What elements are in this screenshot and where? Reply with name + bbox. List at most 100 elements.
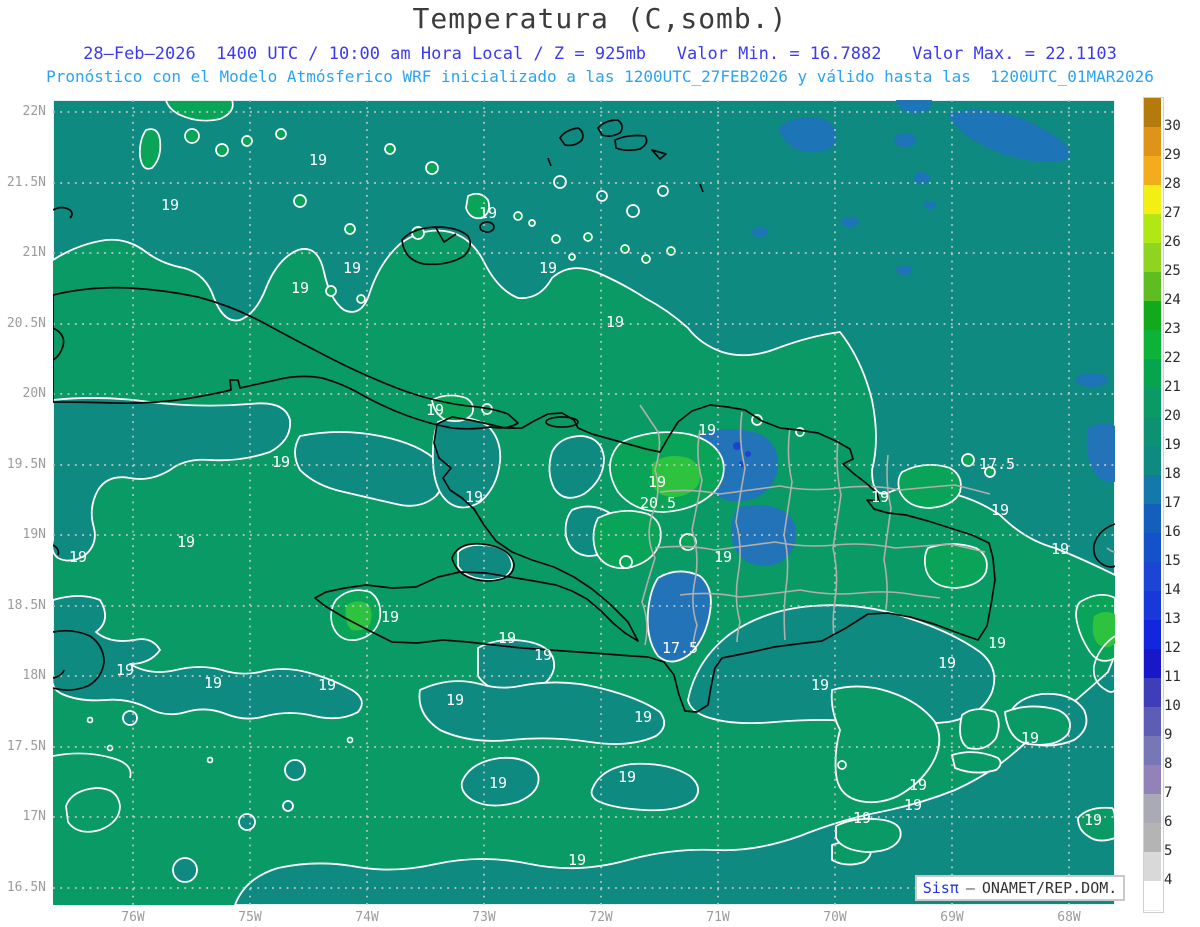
contour-value-label: 19 (498, 629, 516, 647)
contour-value-label: 19 (871, 488, 889, 506)
colorbar-cell (1144, 185, 1161, 215)
colorbar-cell (1144, 330, 1161, 360)
colorbar-value-label: 25 (1164, 263, 1181, 279)
contour-value-label: 17.5 (662, 639, 698, 657)
colorbar-value-label: 28 (1164, 176, 1181, 192)
colorbar-value-label: 29 (1164, 147, 1181, 163)
contour-value-label: 19 (539, 259, 557, 277)
contour-value-label: 19 (318, 676, 336, 694)
colorbar-value-label: 23 (1164, 321, 1181, 337)
weather-map-page: Temperatura (C,somb.) 28–Feb–2026 1400 U… (0, 0, 1200, 927)
lat-tick-label: 19N (22, 527, 46, 542)
colorbar-value-label: 14 (1164, 582, 1181, 598)
lon-tick-label: 71W (706, 910, 730, 925)
colorbar-value-label: 20 (1164, 408, 1181, 424)
lon-tick-label: 74W (355, 910, 379, 925)
colorbar-cell (1144, 852, 1161, 882)
colorbar-value-label: 30 (1164, 118, 1181, 134)
contour-value-label: 19 (634, 708, 652, 726)
subtitle-valid-time: 28–Feb–2026 1400 UTC / 10:00 am Hora Loc… (83, 44, 1117, 64)
contour-value-label: 17.5 (979, 455, 1015, 473)
contour-value-label: 19 (69, 548, 87, 566)
colorbar-cell (1144, 533, 1161, 563)
lat-tick-label: 20N (22, 386, 46, 401)
contour-value-label: 19 (479, 204, 497, 222)
lat-tick-label: 16.5N (6, 880, 46, 895)
lat-tick-label: 21N (22, 245, 46, 260)
contour-value-label: 19 (714, 548, 732, 566)
contour-value-label: 19 (446, 691, 464, 709)
colorbar-cell (1144, 823, 1161, 853)
colorbar-cell (1144, 359, 1161, 389)
colorbar-cell (1144, 475, 1161, 505)
colorbar-cell (1144, 794, 1161, 824)
colorbar-value-label: 9 (1164, 727, 1173, 743)
lat-tick-label: 18.5N (6, 598, 46, 613)
contour-value-label: 19 (116, 661, 134, 679)
colorbar-value-label: 18 (1164, 466, 1181, 482)
colorbar-value-label: 19 (1164, 437, 1181, 453)
contour-value-label: 19 (648, 473, 666, 491)
sis-logo: Sisπ (922, 879, 959, 897)
colorbar-cell (1144, 243, 1161, 273)
contour-value-label: 19 (343, 259, 361, 277)
colorbar-value-label: 24 (1164, 292, 1181, 308)
colorbar-value-label: 21 (1164, 379, 1181, 395)
colorbar-cell (1144, 591, 1161, 621)
colorbar-cell (1144, 98, 1161, 128)
colorbar-value-label: 6 (1164, 814, 1173, 830)
lat-tick-label: 18N (22, 668, 46, 683)
contour-value-label: 19 (853, 809, 871, 827)
contour-value-label: 19 (606, 313, 624, 331)
contour-value-label: 19 (309, 151, 327, 169)
contour-value-label: 19 (465, 488, 483, 506)
colorbar-cell (1144, 707, 1161, 737)
colorbar-cell (1144, 156, 1161, 186)
contour-value-label: 19 (938, 654, 956, 672)
contour-value-label: 19 (426, 401, 444, 419)
colorbar-value-label: 4 (1164, 872, 1173, 888)
colorbar-value-label: 10 (1164, 698, 1181, 714)
lon-tick-label: 72W (589, 910, 613, 925)
colorbar-cell (1144, 881, 1161, 911)
colorbar-value-label: 8 (1164, 756, 1173, 772)
contour-value-label: 19 (698, 421, 716, 439)
contour-value-label: 19 (272, 453, 290, 471)
badge-dash: – (965, 879, 975, 897)
colorbar-value-label: 27 (1164, 205, 1181, 221)
colorbar-value-label: 26 (1164, 234, 1181, 250)
colorbar-cell (1144, 301, 1161, 331)
lon-tick-label: 73W (472, 910, 496, 925)
lon-tick-label: 76W (121, 910, 145, 925)
colorbar-cell (1144, 272, 1161, 302)
page-title: Temperatura (C,somb.) (412, 2, 788, 35)
temperature-map: 19 19 19 19 19 19 19 19 19 19 19 19 19 19 19 19 19 20.5 19… (53, 100, 1115, 905)
lat-tick-label: 20.5N (6, 316, 46, 331)
colorbar-value-label: 11 (1164, 669, 1181, 685)
contour-value-label: 19 (534, 646, 552, 664)
lon-tick-label: 68W (1057, 910, 1081, 925)
contour-value-label: 19 (1084, 811, 1102, 829)
contour-value-label: 19 (381, 608, 399, 626)
lat-tick-label: 22N (22, 104, 46, 119)
contour-value-label: 19 (811, 676, 829, 694)
lat-tick-label: 17N (22, 809, 46, 824)
lon-tick-label: 69W (940, 910, 964, 925)
colorbar-cell (1144, 736, 1161, 766)
colorbar-value-label: 16 (1164, 524, 1181, 540)
colorbar-cell (1144, 649, 1161, 679)
colorbar-cell (1144, 765, 1161, 795)
colorbar-cell (1144, 127, 1161, 157)
org-name: ONAMET/REP.DOM. (981, 879, 1118, 897)
colorbar-value-label: 22 (1164, 350, 1181, 366)
subtitle-model-init: Pronóstico con el Modelo Atmósferico WRF… (46, 67, 1154, 86)
colorbar-cell (1144, 504, 1161, 534)
contour-value-label: 19 (177, 533, 195, 551)
contour-value-label: 19 (618, 768, 636, 786)
contour-value-label: 19 (904, 796, 922, 814)
contour-value-label: 19 (489, 774, 507, 792)
colorbar-cell (1144, 620, 1161, 650)
lat-tick-label: 19.5N (6, 457, 46, 472)
contour-value-label: 19 (1051, 540, 1069, 558)
lat-tick-label: 21.5N (6, 175, 46, 190)
